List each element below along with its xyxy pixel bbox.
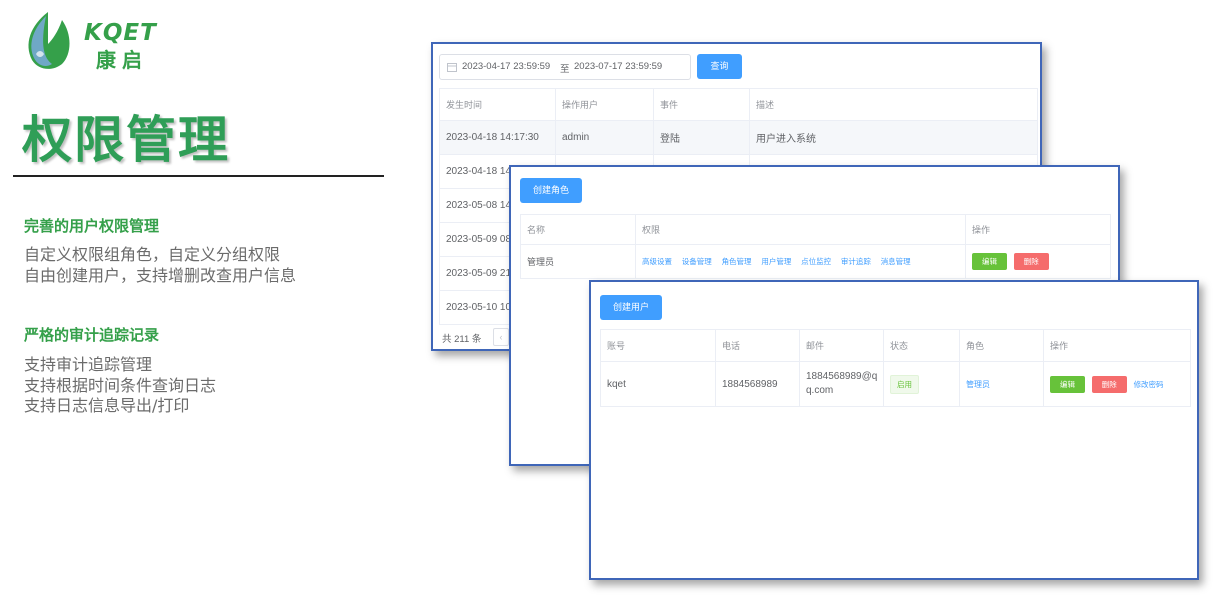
- feature-text: 自由创建用户，支持增删改查用户信息: [24, 266, 297, 285]
- table-header-row: 名称 权限 操作: [520, 214, 1111, 245]
- cell-role: 管理员: [959, 361, 1044, 407]
- change-password-link[interactable]: 修改密码: [1134, 380, 1164, 389]
- column-header: 操作: [965, 214, 1111, 245]
- cell-user: admin: [555, 120, 654, 155]
- feature-heading: 完善的用户权限管理: [24, 217, 160, 235]
- users-table: 账号 电话 邮件 状态 角色 操作 kqet 1884568989 188456…: [600, 329, 1191, 407]
- column-header: 邮件: [799, 329, 884, 362]
- query-button[interactable]: 查询: [697, 54, 742, 79]
- permission-link[interactable]: 消息管理: [881, 257, 911, 266]
- date-range-picker[interactable]: 2023-04-17 23:59:59 至 2023-07-17 23:59:5…: [439, 54, 691, 80]
- permission-link[interactable]: 角色管理: [722, 257, 752, 266]
- permission-link[interactable]: 用户管理: [761, 257, 791, 266]
- create-role-button[interactable]: 创建角色: [520, 178, 582, 203]
- cell-role-name: 管理员: [520, 244, 636, 279]
- table-header-row: 账号 电话 邮件 状态 角色 操作: [600, 329, 1191, 362]
- delete-user-button[interactable]: 删除: [1091, 375, 1127, 393]
- column-header: 事件: [653, 88, 750, 121]
- pagination-prev-button[interactable]: ‹: [493, 328, 509, 346]
- title-divider: [13, 175, 384, 177]
- create-user-button[interactable]: 创建用户: [600, 295, 662, 320]
- column-header: 描述: [749, 88, 1038, 121]
- cell-actions: 编辑 删除 修改密码: [1043, 361, 1191, 407]
- email-line: q.com: [806, 385, 834, 396]
- pagination-total: 共 211 条: [442, 334, 482, 345]
- cell-actions: 编辑 删除: [965, 244, 1111, 279]
- column-header: 状态: [883, 329, 960, 362]
- logo-text-cn: 康启: [96, 48, 148, 72]
- page-title: 权限管理: [22, 111, 230, 169]
- feature-text: 支持根据时间条件查询日志: [24, 376, 217, 395]
- date-separator: 至: [560, 64, 570, 75]
- feature-heading: 严格的审计追踪记录: [24, 326, 160, 344]
- table-header-row: 发生时间 操作用户 事件 描述: [439, 88, 1038, 121]
- table-row[interactable]: 2023-04-18 14:17:30 admin 登陆 用户进入系统: [439, 120, 1038, 155]
- column-header: 账号: [600, 329, 716, 362]
- leaf-cat-logo-icon: [28, 12, 70, 69]
- cell-permissions: 高级设置 设备管理 角色管理 用户管理 点位监控 审计追踪 消息管理: [635, 244, 966, 279]
- cell-phone: 1884568989: [715, 361, 800, 407]
- users-window: 创建用户 账号 电话 邮件 状态 角色 操作 kqet 1884568989 1…: [589, 280, 1199, 580]
- cell-email: 1884568989@q q.com: [799, 361, 884, 407]
- cell-time: 2023-04-18 14:17:30: [439, 120, 556, 155]
- column-header: 权限: [635, 214, 966, 245]
- table-row[interactable]: 管理员 高级设置 设备管理 角色管理 用户管理 点位监控 审计追踪 消息管理 编…: [520, 244, 1111, 279]
- table-row[interactable]: kqet 1884568989 1884568989@q q.com 启用 管理…: [600, 361, 1191, 407]
- delete-role-button[interactable]: 删除: [1013, 253, 1049, 270]
- permission-link[interactable]: 设备管理: [682, 257, 712, 266]
- date-end[interactable]: 2023-07-17 23:59:59: [574, 61, 662, 72]
- roles-table: 名称 权限 操作 管理员 高级设置 设备管理 角色管理 用户管理 点位监控 审计…: [520, 214, 1111, 279]
- email-line: 1884568989@q: [806, 371, 878, 382]
- feature-text: 支持日志信息导出/打印: [24, 396, 190, 415]
- column-header: 操作用户: [555, 88, 654, 121]
- permission-link[interactable]: 高级设置: [642, 257, 672, 266]
- cell-event: 登陆: [653, 120, 750, 155]
- feature-text: 自定义权限组角色，自定义分组权限: [24, 245, 281, 264]
- column-header: 电话: [715, 329, 800, 362]
- brand-logo: KQET 康启: [22, 10, 182, 74]
- cell-status: 启用: [883, 361, 960, 407]
- column-header: 名称: [520, 214, 636, 245]
- logo-text-en: KQET: [84, 20, 157, 46]
- feature-text: 支持审计追踪管理: [24, 355, 153, 374]
- status-badge: 启用: [890, 374, 919, 394]
- column-header: 角色: [959, 329, 1044, 362]
- column-header: 操作: [1043, 329, 1191, 362]
- column-header: 发生时间: [439, 88, 556, 121]
- edit-role-button[interactable]: 编辑: [972, 253, 1007, 270]
- role-link[interactable]: 管理员: [966, 380, 990, 389]
- cell-account: kqet: [600, 361, 716, 407]
- permission-link[interactable]: 审计追踪: [841, 257, 871, 266]
- date-start[interactable]: 2023-04-17 23:59:59: [462, 61, 550, 72]
- cell-desc: 用户进入系统: [749, 120, 1038, 155]
- edit-user-button[interactable]: 编辑: [1050, 375, 1085, 393]
- calendar-icon: [447, 63, 457, 72]
- permission-link[interactable]: 点位监控: [801, 257, 831, 266]
